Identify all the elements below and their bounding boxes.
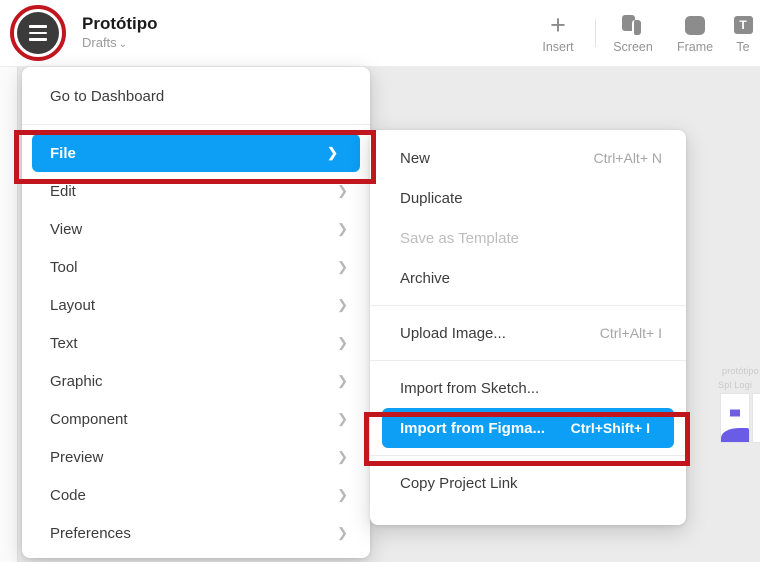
menu-item-preferences[interactable]: Preferences ❯ bbox=[22, 514, 370, 552]
toolbar-insert-label: Insert bbox=[542, 40, 574, 54]
submenu-item-copy-project-link[interactable]: Copy Project Link bbox=[370, 463, 686, 503]
submenu-item-import-from-sketch[interactable]: Import from Sketch... bbox=[370, 368, 686, 408]
text-icon-glyph: T bbox=[733, 16, 753, 34]
chevron-right-icon: ❯ bbox=[337, 183, 348, 198]
menu-item-component[interactable]: Component ❯ bbox=[22, 400, 370, 438]
menu-item-label: Component bbox=[50, 410, 128, 428]
submenu-item-label: Duplicate bbox=[400, 189, 463, 207]
chevron-right-icon: ❯ bbox=[337, 487, 348, 502]
artboard-thumbnail-splash[interactable] bbox=[720, 393, 750, 443]
menu-item-tool[interactable]: Tool ❯ bbox=[22, 248, 370, 286]
app-window: protótipo Spl Logi Protótipo Drafts ⌄ + … bbox=[0, 0, 760, 562]
toolbar-divider bbox=[595, 19, 596, 47]
submenu-item-shortcut: Ctrl+Alt+ I bbox=[599, 325, 662, 341]
artboard-label-prototipo: protótipo bbox=[722, 366, 759, 376]
toolbar-frame-label: Frame bbox=[676, 40, 714, 54]
submenu-divider bbox=[370, 360, 686, 361]
frame-icon bbox=[685, 12, 705, 38]
submenu-item-label: New bbox=[400, 149, 431, 167]
menu-item-label: Preview bbox=[50, 448, 104, 466]
main-dropdown-menu[interactable]: Go to Dashboard File ❯ Edit ❯ View ❯ Too… bbox=[22, 67, 370, 558]
app-header: Protótipo Drafts⌄ + Insert Screen Frame bbox=[0, 0, 760, 67]
menu-item-label: Go to Dashboard bbox=[50, 87, 165, 105]
thumbnail-glyph bbox=[730, 409, 740, 417]
artboard-thumbnail-login[interactable] bbox=[752, 393, 760, 443]
chevron-down-icon: ⌄ bbox=[118, 38, 128, 50]
menu-item-file[interactable]: File ❯ bbox=[32, 134, 360, 172]
chevron-right-icon: ❯ bbox=[337, 373, 348, 388]
text-icon: T bbox=[733, 12, 753, 38]
submenu-divider bbox=[370, 455, 686, 456]
submenu-item-save-as-template: Save as Template bbox=[370, 218, 686, 258]
menu-item-text[interactable]: Text ❯ bbox=[22, 324, 370, 362]
chevron-right-icon: ❯ bbox=[337, 221, 348, 236]
toolbar: + Insert Screen Frame T Te bbox=[527, 0, 760, 67]
submenu-item-label: Archive bbox=[400, 269, 451, 287]
menu-divider bbox=[22, 124, 370, 125]
menu-item-label: File bbox=[50, 144, 76, 162]
plus-icon: + bbox=[550, 10, 566, 40]
chevron-right-icon: ❯ bbox=[337, 335, 348, 350]
submenu-item-label: Save as Template bbox=[400, 229, 519, 247]
submenu-item-shortcut: Ctrl+Shift+ I bbox=[570, 420, 650, 436]
chevron-right-icon: ❯ bbox=[337, 259, 348, 274]
menu-item-view[interactable]: View ❯ bbox=[22, 210, 370, 248]
menu-item-code[interactable]: Code ❯ bbox=[22, 476, 370, 514]
menu-item-preview[interactable]: Preview ❯ bbox=[22, 438, 370, 476]
file-submenu[interactable]: New Ctrl+Alt+ N Duplicate Save as Templa… bbox=[370, 130, 686, 525]
chevron-right-icon: ❯ bbox=[337, 525, 348, 540]
artboard-label-splash-login: Spl Logi bbox=[718, 380, 753, 390]
page-title: Protótipo bbox=[82, 13, 158, 33]
submenu-item-duplicate[interactable]: Duplicate bbox=[370, 178, 686, 218]
submenu-divider bbox=[370, 305, 686, 306]
menu-item-label: Code bbox=[50, 486, 86, 504]
annotation-ring-menu-button bbox=[10, 5, 66, 61]
submenu-item-import-from-figma[interactable]: Import from Figma... Ctrl+Shift+ I bbox=[382, 408, 674, 448]
chevron-right-icon: ❯ bbox=[327, 145, 338, 160]
menu-item-layout[interactable]: Layout ❯ bbox=[22, 286, 370, 324]
document-title-block: Protótipo Drafts ⌄ bbox=[82, 13, 158, 54]
submenu-item-archive[interactable]: Archive bbox=[370, 258, 686, 298]
menu-item-label: Preferences bbox=[50, 524, 131, 542]
chevron-right-icon: ❯ bbox=[337, 449, 348, 464]
submenu-item-new[interactable]: New Ctrl+Alt+ N bbox=[370, 138, 686, 178]
document-location-label: Drafts bbox=[82, 34, 117, 50]
toolbar-frame-button[interactable]: Frame bbox=[664, 0, 726, 67]
submenu-item-shortcut: Ctrl+Alt+ N bbox=[593, 150, 662, 166]
submenu-item-upload-image[interactable]: Upload Image... Ctrl+Alt+ I bbox=[370, 313, 686, 353]
toolbar-screen-button[interactable]: Screen bbox=[602, 0, 664, 67]
menu-item-label: View bbox=[50, 220, 83, 238]
menu-item-label: Edit bbox=[50, 182, 76, 200]
toolbar-screen-label: Screen bbox=[613, 40, 653, 54]
menu-button-wrapper bbox=[10, 5, 66, 61]
submenu-item-label: Copy Project Link bbox=[400, 474, 518, 492]
menu-item-graphic[interactable]: Graphic ❯ bbox=[22, 362, 370, 400]
thumbnail-wave bbox=[721, 428, 749, 442]
toolbar-text-label: Te bbox=[736, 40, 750, 54]
submenu-item-label: Import from Figma... bbox=[400, 419, 546, 437]
canvas-left-strip bbox=[0, 67, 18, 562]
menu-item-go-to-dashboard[interactable]: Go to Dashboard bbox=[22, 77, 370, 115]
toolbar-insert-button[interactable]: + Insert bbox=[527, 0, 589, 67]
document-location[interactable]: Drafts ⌄ bbox=[82, 34, 158, 54]
menu-item-edit[interactable]: Edit ❯ bbox=[22, 172, 370, 210]
chevron-right-icon: ❯ bbox=[337, 411, 348, 426]
menu-item-label: Text bbox=[50, 334, 78, 352]
menu-item-label: Graphic bbox=[50, 372, 103, 390]
submenu-item-label: Import from Sketch... bbox=[400, 379, 540, 397]
menu-item-label: Tool bbox=[50, 258, 78, 276]
toolbar-text-button[interactable]: T Te bbox=[726, 0, 760, 67]
screen-icon bbox=[622, 12, 644, 38]
chevron-right-icon: ❯ bbox=[337, 297, 348, 312]
menu-item-label: Layout bbox=[50, 296, 96, 314]
submenu-item-label: Upload Image... bbox=[400, 324, 506, 342]
